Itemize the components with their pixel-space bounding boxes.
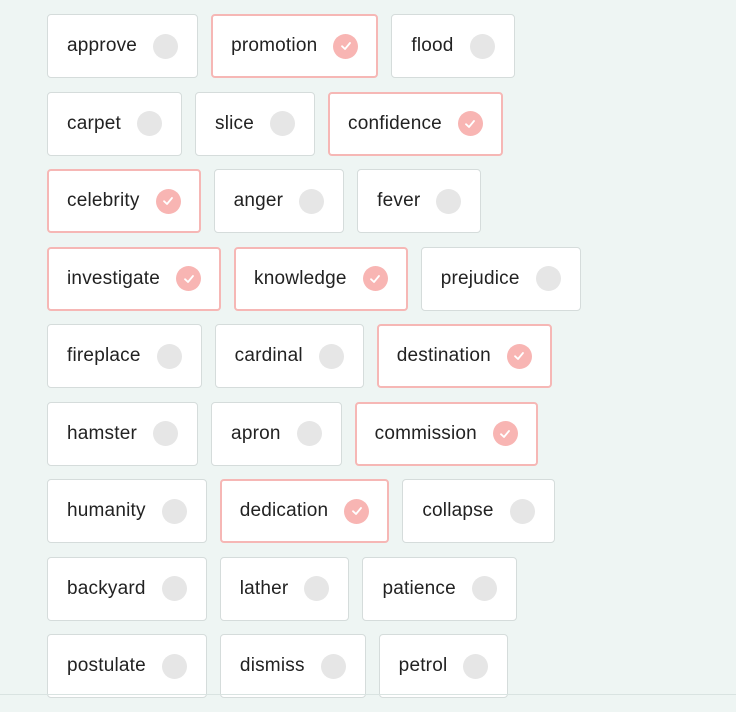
word-chip-label: lather	[239, 577, 289, 599]
word-chip-hamster[interactable]: hamster	[47, 401, 199, 466]
word-chip-approve[interactable]: approve	[47, 14, 199, 78]
check-circle-icon	[344, 498, 370, 524]
word-chip-label: dismiss	[239, 655, 305, 676]
word-chip-label: patience	[382, 577, 456, 599]
empty-circle-icon	[137, 111, 163, 136]
empty-circle-icon	[320, 653, 346, 679]
word-chip-label: fireplace	[67, 345, 141, 366]
word-chip-label: investigate	[67, 267, 161, 289]
word-chip-confidence[interactable]: confidence	[328, 91, 503, 156]
word-chip-label: backyard	[67, 577, 146, 599]
word-chip-celebrity[interactable]: celebrity	[47, 169, 201, 233]
word-chip-label: anger	[233, 190, 284, 211]
word-chip-label: celebrity	[67, 190, 140, 211]
word-chip-label: collapse	[422, 500, 494, 521]
empty-circle-icon	[463, 653, 489, 679]
word-row: celebrity anger fever	[47, 169, 727, 233]
word-row: backyard lather patience	[47, 556, 727, 621]
word-row: carpet slice confidence	[47, 91, 727, 156]
word-chip-label: humanity	[67, 500, 146, 521]
word-chip-petrol[interactable]: petrol	[378, 634, 509, 698]
word-chip-label: cardinal	[234, 345, 303, 366]
empty-circle-icon	[156, 343, 182, 369]
empty-circle-icon	[436, 188, 462, 214]
check-circle-icon	[506, 343, 532, 369]
empty-circle-icon	[296, 421, 322, 446]
word-chip-dedication[interactable]: dedication	[219, 479, 390, 543]
empty-circle-icon	[471, 576, 497, 601]
word-chip-slice[interactable]: slice	[195, 91, 316, 156]
check-circle-icon	[362, 266, 388, 291]
empty-circle-icon	[161, 653, 187, 679]
word-chip-apron[interactable]: apron	[211, 401, 342, 466]
word-chip-fever[interactable]: fever	[357, 169, 482, 233]
word-chip-label: confidence	[348, 112, 442, 134]
word-chip-lather[interactable]: lather	[219, 556, 350, 621]
word-chip-label: carpet	[67, 112, 122, 134]
empty-circle-icon	[299, 188, 325, 214]
word-chip-flood[interactable]: flood	[391, 14, 515, 78]
word-chip-postulate[interactable]: postulate	[47, 634, 207, 698]
word-selection-grid: approve promotion flood carpet slice confiden…	[47, 14, 727, 712]
empty-circle-icon	[153, 33, 179, 59]
word-row: postulate dismiss petrol	[47, 634, 727, 698]
word-chip-investigate[interactable]: investigate	[47, 246, 222, 311]
word-chip-dismiss[interactable]: dismiss	[219, 634, 366, 698]
word-row: approve promotion flood	[47, 14, 727, 78]
word-chip-label: petrol	[398, 655, 448, 676]
word-chip-carpet[interactable]: carpet	[47, 91, 183, 156]
word-chip-backyard[interactable]: backyard	[47, 556, 207, 621]
word-chip-commission[interactable]: commission	[354, 401, 538, 466]
empty-circle-icon	[161, 498, 187, 524]
word-chip-destination[interactable]: destination	[376, 324, 552, 388]
word-chip-label: commission	[374, 422, 477, 444]
empty-circle-icon	[304, 576, 330, 601]
word-chip-label: knowledge	[254, 267, 347, 289]
check-circle-icon	[333, 33, 359, 59]
word-chip-label: slice	[215, 112, 255, 134]
word-chip-label: postulate	[67, 655, 146, 676]
bottom-divider	[0, 694, 736, 695]
word-chip-label: promotion	[231, 35, 318, 56]
empty-circle-icon	[161, 576, 187, 601]
word-chip-cardinal[interactable]: cardinal	[214, 324, 364, 388]
word-row: investigate knowledge prejudice	[47, 246, 727, 311]
empty-circle-icon	[270, 111, 296, 136]
word-chip-label: destination	[396, 345, 491, 366]
word-chip-collapse[interactable]: collapse	[402, 479, 555, 543]
word-chip-fireplace[interactable]: fireplace	[47, 324, 202, 388]
word-chip-knowledge[interactable]: knowledge	[234, 246, 408, 311]
word-chip-label: flood	[411, 35, 454, 56]
word-chip-label: apron	[231, 422, 281, 444]
check-circle-icon	[155, 188, 181, 214]
word-chip-label: hamster	[67, 422, 138, 444]
word-chip-humanity[interactable]: humanity	[47, 479, 207, 543]
empty-circle-icon	[153, 421, 179, 446]
word-row: hamster apron commission	[47, 401, 727, 466]
word-chip-label: fever	[377, 190, 421, 211]
word-chip-label: prejudice	[440, 267, 520, 289]
check-circle-icon	[492, 421, 518, 446]
empty-circle-icon	[535, 266, 561, 291]
check-circle-icon	[176, 266, 202, 291]
check-circle-icon	[457, 111, 483, 136]
empty-circle-icon	[469, 33, 495, 59]
word-chip-label: approve	[67, 35, 138, 56]
word-chip-patience[interactable]: patience	[362, 556, 517, 621]
empty-circle-icon	[509, 498, 535, 524]
word-chip-anger[interactable]: anger	[213, 169, 345, 233]
word-chip-prejudice[interactable]: prejudice	[420, 246, 581, 311]
word-chip-promotion[interactable]: promotion	[211, 14, 379, 78]
word-row: humanity dedication collapse	[47, 479, 727, 543]
word-chip-label: dedication	[239, 500, 329, 521]
empty-circle-icon	[318, 343, 344, 369]
word-row: fireplace cardinal destination	[47, 324, 727, 388]
